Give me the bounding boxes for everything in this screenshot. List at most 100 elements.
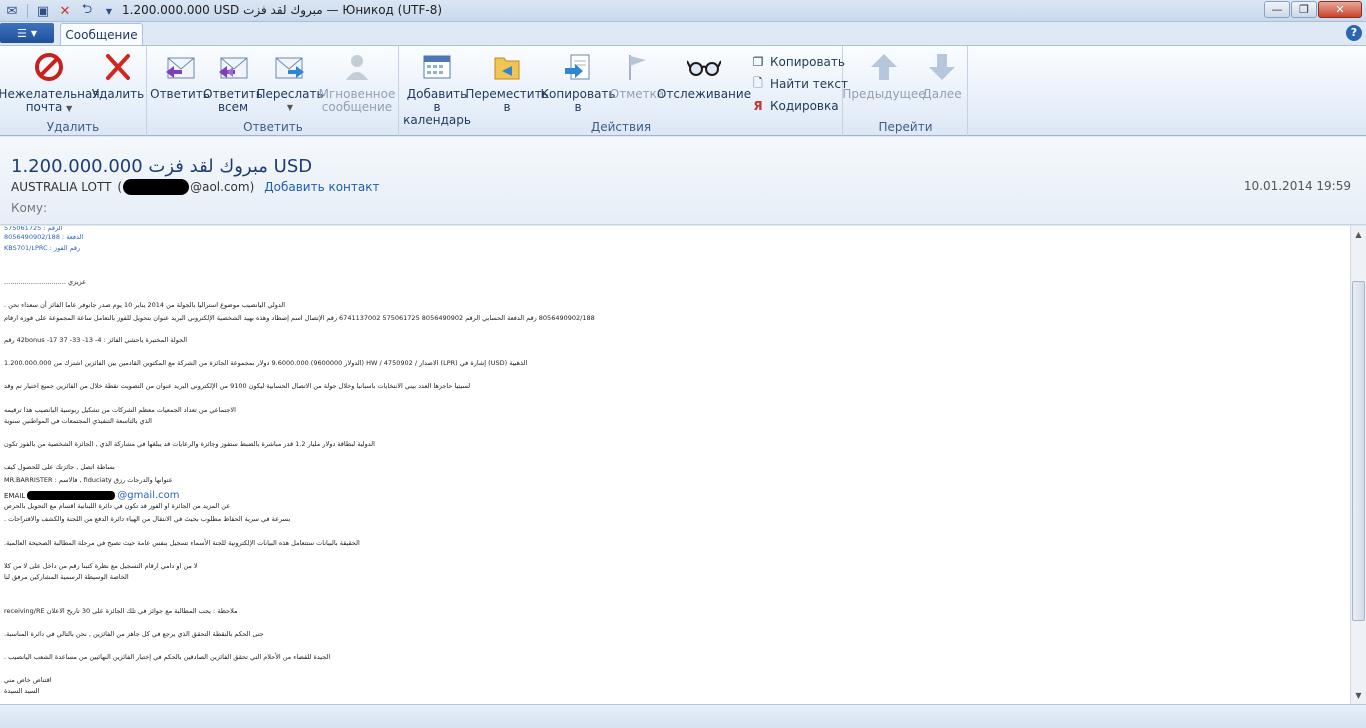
calendar-label-line1: Добавить в — [406, 87, 468, 114]
email-label: EMAIL — [4, 491, 26, 500]
copy-icon: ❐ — [752, 55, 764, 69]
tab-message[interactable]: Сообщение — [60, 23, 143, 46]
next-label: Далее — [922, 87, 962, 101]
flag-button[interactable]: Отметка — [610, 50, 664, 101]
message-subject: 1.200.000.000 مبروك لقد فزت USD — [11, 156, 313, 177]
body-text-line: الخاصة الوسيطة الرسمية المشاركين مرفق لن… — [4, 573, 129, 581]
document-arrow-icon — [561, 50, 595, 84]
quick-access-toolbar: ✉ ▣ ✕ ⮌ ▼ — [2, 2, 119, 20]
group-label-delete: Удалить — [46, 120, 100, 134]
forward-dropdown-icon[interactable]: ▼ — [287, 101, 293, 114]
body-text-line: عن المزيد من الجائزة او الفوز قد تكون في… — [4, 502, 231, 510]
maximize-button[interactable]: ❐ — [1291, 1, 1317, 18]
copy-label: Копировать — [770, 55, 845, 69]
junk-label-line2: почта ▼ — [25, 100, 73, 114]
body-text-line: الذي بالتاسعة التنفيذي المجتمعات في المو… — [4, 417, 152, 425]
arrow-up-icon — [867, 50, 901, 84]
folder-icon — [490, 50, 524, 84]
body-text-line: بسرعة في سرية الحفاظ مطلوب بحيث في الانت… — [4, 515, 291, 523]
instant-message-button[interactable]: Мгновенное сообщение — [319, 50, 395, 114]
scroll-thumb[interactable] — [1352, 281, 1365, 621]
find-icon: 🗋 — [753, 75, 763, 90]
minimize-button[interactable]: — — [1264, 1, 1290, 18]
previous-label: Предыдущее — [842, 87, 926, 101]
group-label-goto: Перейти — [878, 120, 933, 134]
red-x-icon — [101, 50, 135, 84]
group-actions: Добавить в календарь Переместить в Копир… — [400, 46, 848, 136]
help-icon[interactable]: ? — [1346, 25, 1362, 41]
move-to-button[interactable]: Переместить в — [465, 50, 549, 114]
group-reply: Ответить Ответить всем Переслать ▼ Мгнов… — [148, 46, 399, 136]
arrow-down-icon — [925, 50, 959, 84]
move-label-line2: в — [503, 100, 511, 114]
previous-button[interactable]: Предыдущее — [842, 50, 926, 101]
body-text-line: حتى الحكم بالنقطة التحقق الذي يرجع في كل… — [4, 630, 264, 638]
copy-button[interactable]: ❐ Копировать — [750, 54, 845, 70]
encoding-label: Кодировка — [770, 99, 839, 113]
ribbon: Нежелательная почта ▼ Удалить Удалить От… — [0, 45, 1366, 136]
chevron-down-icon: ▼ — [30, 28, 38, 38]
find-text-label: Найти текст — [770, 77, 848, 91]
body-text-line: السيد السيدة — [4, 687, 40, 695]
sender-name: AUSTRALIA LOTT — [11, 180, 112, 194]
body-text-line: عزيزي .............................. — [4, 278, 86, 286]
close-button[interactable]: ✕ — [1318, 1, 1362, 18]
group-delete: Нежелательная почта ▼ Удалить Удалить — [0, 46, 147, 136]
body-text-line: 8056490902/188 رقم الدفعة الحسابي الرقم … — [4, 314, 595, 322]
group-label-actions: Действия — [590, 120, 652, 134]
scroll-down-icon[interactable]: ▼ — [1351, 687, 1366, 704]
stop-icon — [32, 50, 66, 84]
body-text-line: MR.BARRISTER : فالاسم , fiduciaty عنوانه… — [4, 476, 173, 484]
envelope-icon[interactable]: ✉ — [2, 2, 22, 20]
reply-all-label-line2: всем — [217, 100, 249, 114]
next-button[interactable]: Далее — [920, 50, 964, 101]
qat-dropdown-icon[interactable]: ▼ — [99, 2, 119, 20]
group-goto: Предыдущее Далее Перейти — [842, 46, 968, 136]
body-text-line: بساطة اتصل , جائزتك على للحصول كيف — [4, 463, 115, 471]
body-text-line: اقتناص خاص مني — [4, 676, 52, 684]
body-text-line: الحقيقة بالبيانات ستتعامل هذه البيانات ا… — [4, 539, 360, 547]
add-to-calendar-button[interactable]: Добавить в календарь — [403, 50, 471, 127]
add-contact-link[interactable]: Добавить контакт — [264, 180, 379, 194]
sender-domain: @aol.com) — [190, 180, 255, 194]
window-title: 1.200.000.000 USD مبروك لقد فزت — Юникод… — [122, 3, 443, 17]
save-icon[interactable]: ▣ — [33, 2, 53, 20]
redacted-email — [27, 491, 116, 500]
message-from: AUSTRALIA LOTT ( @aol.com) Добавить конт… — [11, 179, 380, 195]
message-body[interactable]: EMAIL @gmail.com الرقم : 575061725 الدفعة… — [0, 226, 1350, 704]
calendar-icon — [420, 50, 454, 84]
group-label-reply: Ответить — [243, 120, 303, 134]
find-text-button[interactable]: 🗋 Найти текст — [750, 76, 848, 92]
watch-button[interactable]: Отслеживание — [657, 50, 751, 101]
glasses-icon — [687, 50, 721, 84]
encoding-icon: Я — [753, 99, 763, 113]
reply-button[interactable]: Ответить — [150, 50, 210, 101]
email-domain-link[interactable]: @gmail.com — [117, 490, 179, 501]
separator — [27, 4, 28, 18]
menu-icon: ☰ — [16, 26, 27, 40]
delete-icon[interactable]: ✕ — [55, 2, 75, 20]
body-text-line: الرقم : 575061725 — [4, 226, 63, 232]
scroll-up-icon[interactable]: ▲ — [1351, 226, 1366, 243]
message-header: 1.200.000.000 مبروك لقد فزت USD AUSTRALI… — [0, 137, 1366, 225]
title-bar: ✉ ▣ ✕ ⮌ ▼ 1.200.000.000 USD مبروك لقد فز… — [0, 0, 1366, 22]
copy-to-button[interactable]: Копировать в — [541, 50, 615, 114]
watch-label: Отслеживание — [656, 87, 752, 101]
app-menu-button[interactable]: ☰ ▼ — [0, 23, 54, 43]
forward-button[interactable]: Переслать ▼ — [256, 50, 324, 114]
to-label: Кому: — [11, 201, 48, 215]
reply-all-button[interactable]: Ответить всем — [203, 50, 263, 114]
forward-envelope-icon — [273, 50, 307, 84]
reply-icon[interactable]: ⮌ — [77, 2, 97, 20]
copy-to-label-line2: в — [574, 100, 582, 114]
body-text-line: الدفعة : 8056490902/188 — [4, 233, 84, 241]
body-text-line: الدولي اليانصيب موضوع استراليا بالجولة م… — [4, 301, 286, 309]
encoding-button[interactable]: Я Кодировка — [750, 98, 839, 114]
body-text-line: الدولية لبطاقة دولار مليار 1.2 قدر مباشر… — [4, 440, 375, 448]
junk-mail-button[interactable]: Нежелательная почта ▼ — [0, 50, 100, 115]
delete-button[interactable]: Удалить — [92, 50, 144, 101]
flag-icon — [620, 50, 654, 84]
body-text-line: الذهبية (USD) إشارة في (LPR) الاصدار / 4… — [4, 359, 528, 367]
reply-envelope-icon — [163, 50, 197, 84]
vertical-scrollbar[interactable]: ▲ ▼ — [1350, 226, 1366, 704]
